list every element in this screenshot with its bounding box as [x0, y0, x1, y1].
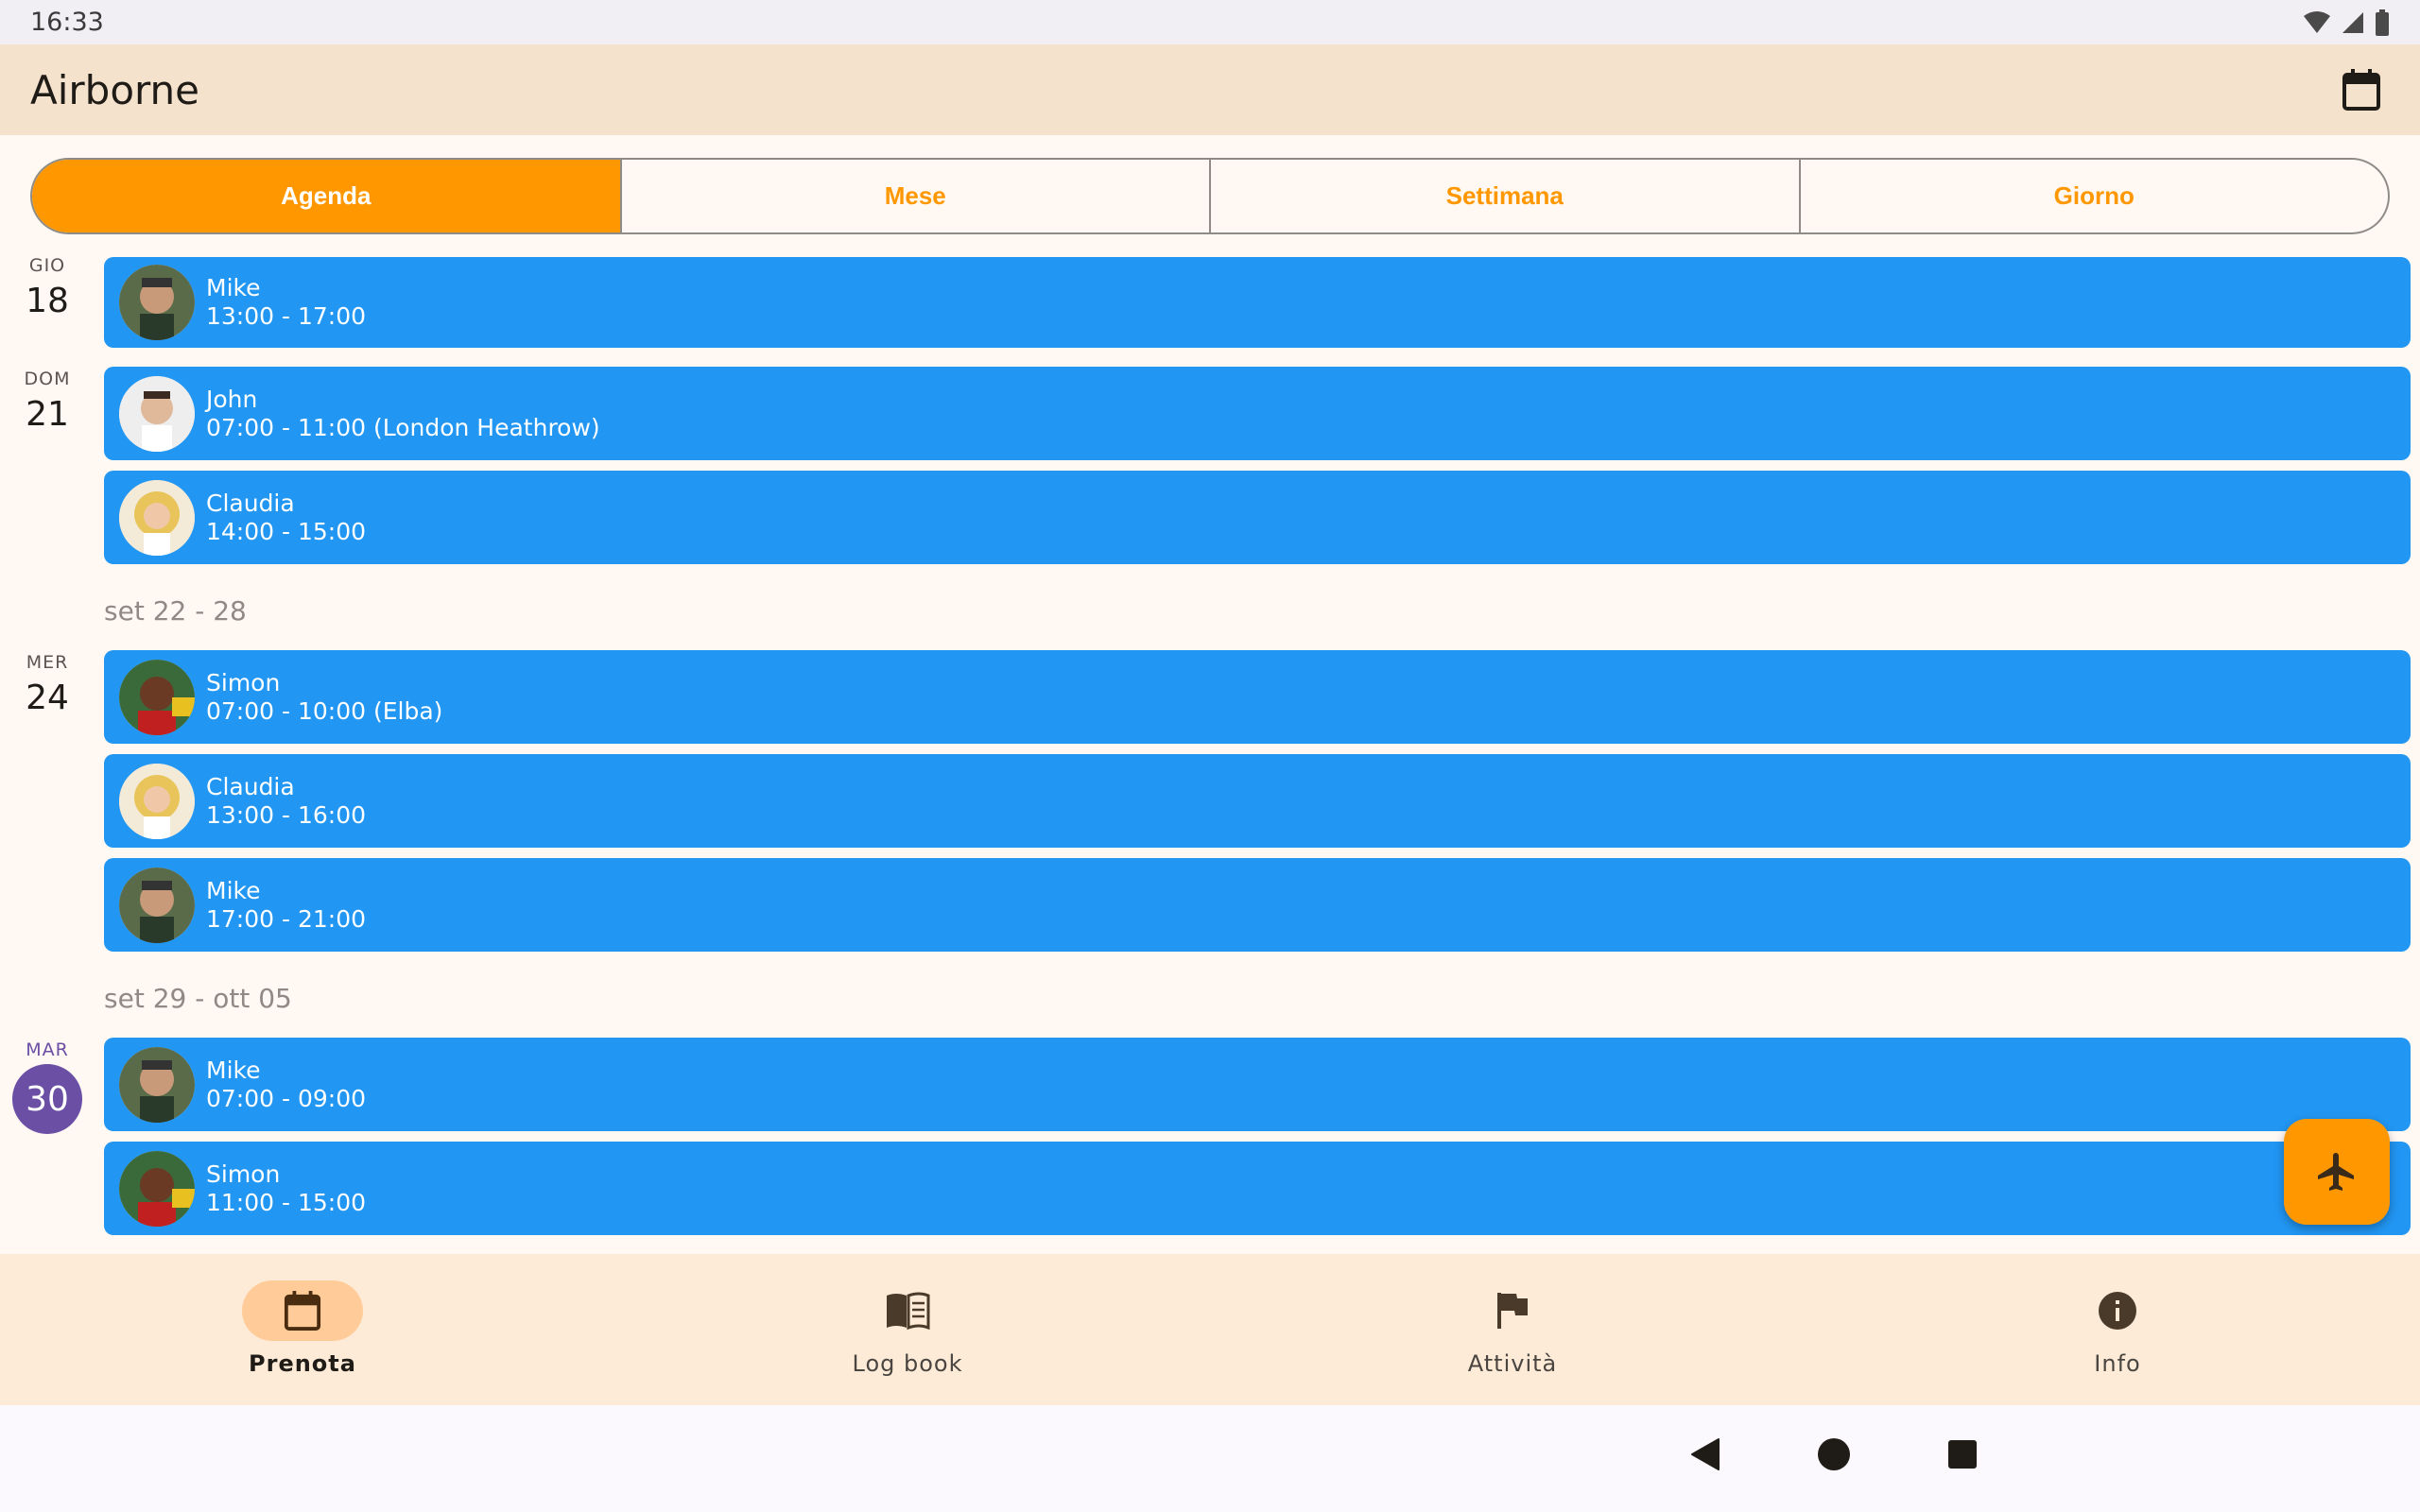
recents-button[interactable] — [1934, 1426, 1991, 1483]
avatar — [119, 375, 195, 452]
event-card[interactable]: Simon 07:00 - 10:00 (Elba) — [104, 650, 2411, 744]
event-name: John — [206, 385, 258, 413]
event-time: 07:00 - 09:00 — [206, 1084, 367, 1112]
status-icons — [2303, 9, 2390, 36]
event-time: 13:00 - 17:00 — [206, 302, 367, 330]
day-number: 24 — [26, 679, 69, 717]
nav-label: Prenota — [249, 1350, 356, 1377]
airplane-icon — [2318, 1153, 2354, 1191]
nav-indicator — [2057, 1280, 2178, 1341]
avatar — [119, 763, 195, 839]
nav-attivita[interactable]: Attività — [1210, 1254, 1815, 1405]
event-time: 13:00 - 16:00 — [206, 800, 367, 829]
nav-indicator — [242, 1280, 363, 1341]
nav-prenota[interactable]: Prenota — [0, 1254, 605, 1405]
calendar-icon — [2342, 69, 2380, 111]
event-name: Mike — [206, 876, 261, 904]
calendar-icon — [284, 1291, 321, 1331]
view-tabs: Agenda Mese Settimana Giorno — [30, 158, 2390, 234]
recents-icon — [1948, 1440, 1977, 1469]
event-name: Mike — [206, 274, 261, 301]
tab-settimana[interactable]: Settimana — [1209, 160, 1799, 232]
event-time: 07:00 - 10:00 (Elba) — [206, 696, 443, 725]
event-time: 14:00 - 15:00 — [206, 517, 367, 545]
event-card[interactable]: Mike 13:00 - 17:00 — [104, 257, 2411, 348]
event-card[interactable]: Claudia 14:00 - 15:00 — [104, 471, 2411, 564]
tab-mese[interactable]: Mese — [619, 160, 1210, 232]
tab-giorno[interactable]: Giorno — [1798, 160, 2389, 232]
day-label-24: MER 24 — [0, 652, 95, 717]
info-icon — [2099, 1292, 2136, 1330]
nav-label: Log book — [852, 1350, 963, 1377]
event-card[interactable]: Simon 11:00 - 15:00 — [104, 1142, 2411, 1235]
event-name: Simon — [206, 668, 281, 696]
flag-icon — [1497, 1293, 1528, 1329]
avatar — [119, 867, 195, 943]
today-day-number: 30 — [12, 1064, 82, 1134]
tab-agenda[interactable]: Agenda — [32, 160, 620, 232]
nav-log-book[interactable]: Log book — [605, 1254, 1210, 1405]
event-time: 11:00 - 15:00 — [206, 1188, 367, 1216]
book-flight-fab[interactable] — [2284, 1119, 2390, 1225]
back-button[interactable] — [1677, 1426, 1734, 1483]
event-name: Mike — [206, 1056, 261, 1084]
day-label-30: MAR 30 — [0, 1040, 95, 1134]
app-bar: Airborne — [0, 44, 2420, 135]
wifi-icon — [2304, 10, 2330, 33]
event-time: 07:00 - 11:00 (London Heathrow) — [206, 413, 600, 441]
nav-indicator — [1452, 1280, 1573, 1341]
event-card[interactable]: Claudia 13:00 - 16:00 — [104, 754, 2411, 848]
week-header: set 29 - ott 05 — [104, 983, 292, 1014]
event-name: Claudia — [206, 489, 295, 517]
avatar — [119, 1046, 195, 1123]
day-number: 21 — [26, 395, 69, 434]
day-number: 18 — [26, 282, 69, 320]
book-icon — [887, 1292, 930, 1330]
status-bar: 16:33 — [0, 0, 2420, 44]
event-card[interactable]: Mike 07:00 - 09:00 — [104, 1038, 2411, 1131]
system-navigation-bar — [0, 1405, 2420, 1512]
event-card[interactable]: Mike 17:00 - 21:00 — [104, 858, 2411, 952]
day-of-week: MER — [26, 652, 69, 673]
back-icon — [1691, 1438, 1720, 1470]
status-time: 16:33 — [30, 8, 104, 37]
event-name: Simon — [206, 1160, 281, 1188]
day-of-week: DOM — [24, 369, 71, 389]
avatar — [119, 659, 195, 735]
avatar — [119, 265, 195, 340]
avatar — [119, 479, 195, 556]
event-card[interactable]: John 07:00 - 11:00 (London Heathrow) — [104, 367, 2411, 460]
nav-label: Info — [2094, 1350, 2141, 1377]
day-label-21: DOM 21 — [0, 369, 95, 434]
week-header: set 22 - 28 — [104, 595, 247, 627]
app-title: Airborne — [30, 66, 200, 113]
nav-indicator — [847, 1280, 968, 1341]
nav-label: Attività — [1467, 1350, 1558, 1377]
avatar — [119, 1150, 195, 1227]
home-icon — [1818, 1438, 1850, 1470]
signal-icon — [2342, 11, 2363, 33]
day-label-18: GIO 18 — [0, 255, 95, 320]
bottom-navigation: Prenota Log book Attività Info — [0, 1254, 2420, 1405]
event-name: Claudia — [206, 772, 295, 800]
day-of-week: MAR — [26, 1040, 69, 1060]
home-button[interactable] — [1806, 1426, 1862, 1483]
battery-icon — [2376, 9, 2389, 36]
calendar-button[interactable] — [2333, 61, 2390, 118]
day-of-week: GIO — [28, 255, 66, 276]
event-time: 17:00 - 21:00 — [206, 904, 367, 933]
nav-info[interactable]: Info — [1815, 1254, 2420, 1405]
